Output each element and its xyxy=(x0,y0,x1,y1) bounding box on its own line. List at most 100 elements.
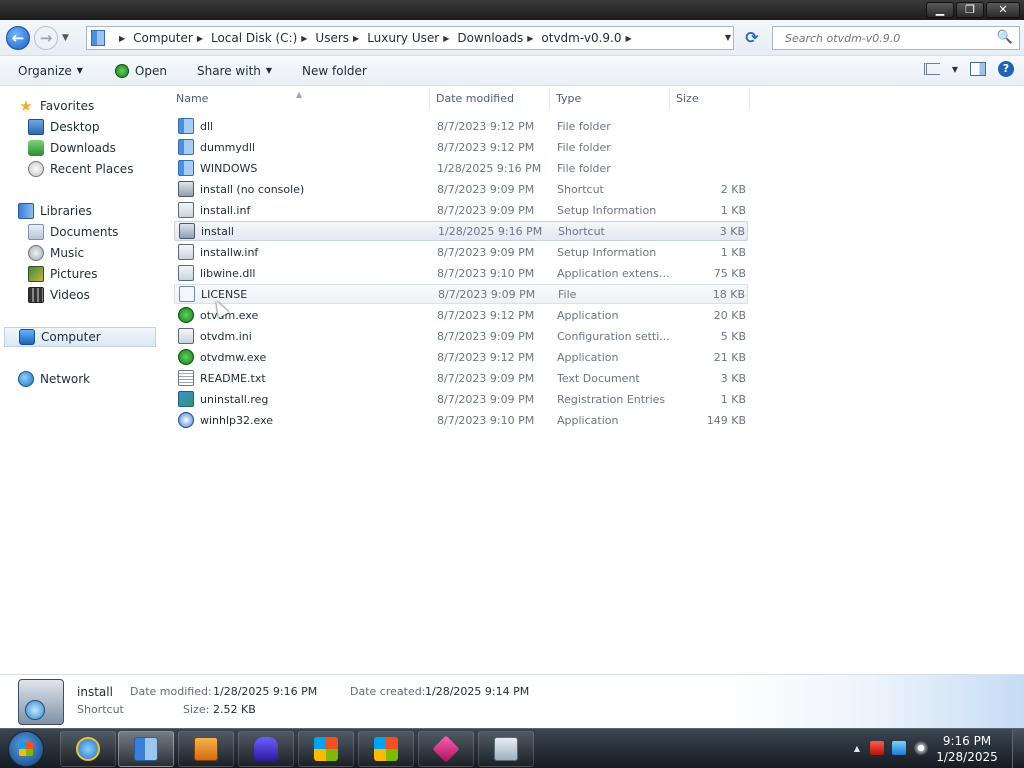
nav-documents[interactable]: Documents xyxy=(28,222,118,242)
breadcrumb-item[interactable]: ▶ Downloads xyxy=(439,31,523,45)
shortcut-large-icon xyxy=(18,679,64,725)
taskbar-window-app[interactable] xyxy=(478,731,534,767)
breadcrumb-arrow-icon[interactable]: ▶ xyxy=(301,34,307,43)
file-row[interactable]: LICENSE 8/7/2023 9:09 PM File 18 KB xyxy=(174,284,748,304)
open-button[interactable]: Open xyxy=(105,58,177,84)
new-folder-button[interactable]: New folder xyxy=(292,58,377,84)
change-view-icon[interactable] xyxy=(923,63,940,75)
help-icon[interactable]: ? xyxy=(998,61,1014,77)
start-button[interactable] xyxy=(8,731,44,767)
show-desktop-button[interactable] xyxy=(1012,729,1024,768)
taskbar-internet-explorer[interactable] xyxy=(60,731,116,767)
nav-desktop[interactable]: Desktop xyxy=(28,117,100,137)
folder-icon xyxy=(91,30,105,46)
taskbar-clock[interactable]: 9:16 PM 1/28/2025 xyxy=(932,733,1002,765)
text-document-icon xyxy=(178,370,194,386)
organize-button[interactable]: Organize ▼ xyxy=(8,58,93,84)
breadcrumb-arrow-icon[interactable]: ▶ xyxy=(626,34,632,43)
file-size: 3 KB xyxy=(719,224,745,238)
file-name: install xyxy=(201,224,234,238)
refresh-icon[interactable]: ⟳ xyxy=(740,26,764,50)
column-header-name[interactable]: Name ▲ xyxy=(160,88,430,110)
nav-favorites[interactable]: ★ Favorites xyxy=(18,96,94,116)
file-row[interactable]: winhlp32.exe 8/7/2023 9:10 PM Application 1… xyxy=(174,410,748,430)
breadcrumb-downloads[interactable]: Downloads xyxy=(457,31,523,45)
forward-button[interactable]: → xyxy=(34,26,58,50)
column-headers: Name ▲ Date modified Type Size xyxy=(160,88,1024,110)
show-hidden-icons-icon[interactable]: ▲ xyxy=(852,744,862,753)
action-center-flag-icon[interactable] xyxy=(870,741,884,755)
file-row[interactable]: install 1/28/2025 9:16 PM Shortcut 3 KB xyxy=(174,221,748,241)
folder-icon xyxy=(178,118,194,134)
breadcrumb-item[interactable]: ▶ otvdm-v0.9.0 ▶ xyxy=(523,31,639,45)
column-header-size[interactable]: Size xyxy=(670,88,750,110)
breadcrumb-arrow-icon[interactable]: ▶ xyxy=(353,34,359,43)
breadcrumb-otvdm[interactable]: otvdm-v0.9.0 xyxy=(541,31,621,45)
nav-libraries[interactable]: Libraries xyxy=(18,201,92,221)
taskbar-windows-explorer[interactable] xyxy=(118,731,174,767)
breadcrumb-users[interactable]: Users xyxy=(315,31,349,45)
nav-pictures[interactable]: Pictures xyxy=(28,264,98,284)
file-row[interactable]: install (no console) 8/7/2023 9:09 PM Shor… xyxy=(174,179,748,199)
nav-recent-places[interactable]: Recent Places xyxy=(28,159,133,179)
file-row[interactable]: install.inf 8/7/2023 9:09 PM Setup Informa… xyxy=(174,200,748,220)
windows-logo-icon xyxy=(374,737,398,761)
volume-icon[interactable] xyxy=(914,741,928,755)
network-icon xyxy=(18,371,34,387)
address-dropdown-icon[interactable]: ▼ xyxy=(725,33,731,42)
file-row[interactable]: README.txt 8/7/2023 9:09 PM Text Document 3… xyxy=(174,368,748,388)
nav-music[interactable]: Music xyxy=(28,243,84,263)
nav-computer[interactable]: Computer xyxy=(4,327,156,347)
nav-label: Favorites xyxy=(40,99,95,113)
file-row[interactable]: WINDOWS 1/28/2025 9:16 PM File folder xyxy=(174,158,748,178)
taskbar-windows-app-2[interactable] xyxy=(358,731,414,767)
maximize-button[interactable]: ❐ xyxy=(956,2,984,18)
breadcrumb-arrow-icon[interactable]: ▶ xyxy=(527,34,533,43)
breadcrumb-arrow-icon[interactable]: ▶ xyxy=(197,34,203,43)
breadcrumb-arrow-icon[interactable]: ▶ xyxy=(443,34,449,43)
share-with-button[interactable]: Share with ▼ xyxy=(187,58,282,84)
close-button[interactable]: ✕ xyxy=(986,2,1020,18)
network-status-icon[interactable] xyxy=(892,741,906,755)
taskbar-media-player[interactable] xyxy=(178,731,234,767)
file-row[interactable]: uninstall.reg 8/7/2023 9:09 PM Registratio… xyxy=(174,389,748,409)
breadcrumb-local-disk[interactable]: Local Disk (C:) xyxy=(211,31,297,45)
setup-info-icon xyxy=(178,244,194,260)
preview-pane-icon[interactable] xyxy=(970,62,986,76)
file-name: dummydll xyxy=(200,140,255,154)
minimize-button[interactable]: ▁ xyxy=(926,2,954,18)
file-row[interactable]: dll 8/7/2023 9:12 PM File folder xyxy=(174,116,748,136)
column-label: Date modified xyxy=(436,92,514,105)
view-options-chevron-icon[interactable]: ▼ xyxy=(952,65,958,74)
nav-label: Documents xyxy=(50,225,119,239)
file-row[interactable]: installw.inf 8/7/2023 9:09 PM Setup Inform… xyxy=(174,242,748,262)
libraries-icon xyxy=(18,203,34,219)
breadcrumb-item[interactable]: ▶ Luxury User xyxy=(349,31,439,45)
taskbar-windows-app-1[interactable] xyxy=(298,731,354,767)
file-row[interactable]: libwine.dll 8/7/2023 9:10 PM Application e… xyxy=(174,263,748,283)
address-bar[interactable]: ▶ Computer ▶ Local Disk (C:) ▶ Users ▶ Luxur… xyxy=(86,26,734,50)
nav-videos[interactable]: Videos xyxy=(28,285,90,305)
file-row[interactable]: dummydll 8/7/2023 9:12 PM File folder xyxy=(174,137,748,157)
breadcrumb-item[interactable]: ▶ Local Disk (C:) xyxy=(193,31,297,45)
search-icon[interactable]: 🔍 xyxy=(997,30,1013,45)
recent-pages-chevron-icon[interactable]: ▼ xyxy=(62,33,69,43)
search-input[interactable] xyxy=(773,27,983,49)
file-row[interactable]: otvdmw.exe 8/7/2023 9:12 PM Application 21 … xyxy=(174,347,748,367)
nav-downloads[interactable]: Downloads xyxy=(28,138,116,158)
dll-icon xyxy=(178,265,194,281)
file-row[interactable]: otvdm.exe 8/7/2023 9:12 PM Application 20 K… xyxy=(174,305,748,325)
breadcrumb-item[interactable]: ▶ Users xyxy=(297,31,349,45)
column-label: Name xyxy=(176,92,209,105)
column-header-date-modified[interactable]: Date modified xyxy=(430,88,550,110)
breadcrumb-item[interactable]: ▶ Computer xyxy=(115,31,193,45)
back-button[interactable]: ← xyxy=(6,26,30,50)
file-row[interactable]: otvdm.ini 8/7/2023 9:09 PM Configuration s… xyxy=(174,326,748,346)
breadcrumb-computer[interactable]: Computer xyxy=(133,31,193,45)
column-header-type[interactable]: Type xyxy=(550,88,670,110)
taskbar-pink-app[interactable] xyxy=(418,731,474,767)
taskbar-app-figure[interactable] xyxy=(238,731,294,767)
nav-network[interactable]: Network xyxy=(18,369,90,389)
breadcrumb-arrow-icon[interactable]: ▶ xyxy=(119,34,125,43)
breadcrumb-luxury-user[interactable]: Luxury User xyxy=(367,31,439,45)
